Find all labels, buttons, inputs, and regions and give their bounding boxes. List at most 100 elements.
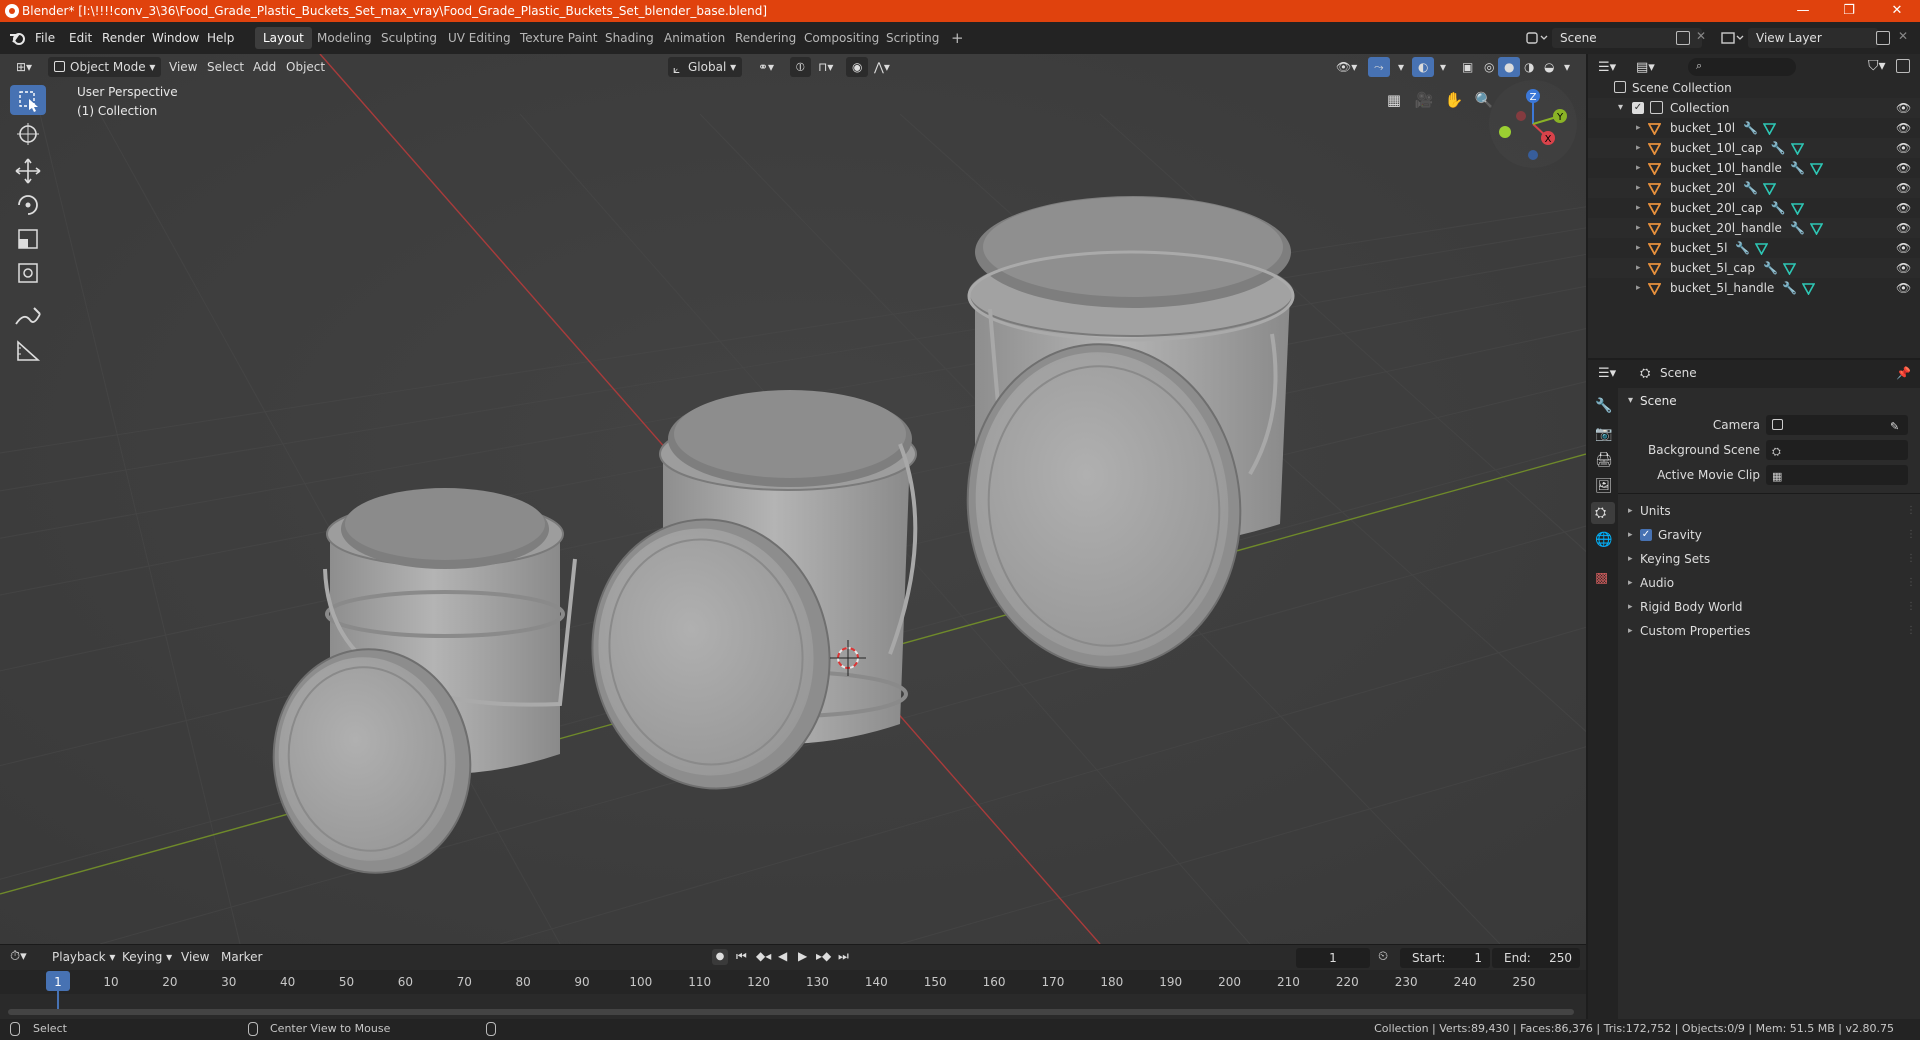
delete-view-layer-icon[interactable]: ✕ (1898, 29, 1908, 43)
delete-scene-icon[interactable]: ✕ (1696, 29, 1706, 43)
move-tool[interactable] (10, 156, 46, 186)
proportional-edit-icon[interactable]: ◉ (846, 57, 869, 77)
3d-viewport[interactable]: Z X Y ⊞▾ Object Mode ▾ View Select Add O… (0, 54, 1586, 944)
mesh-data-icon[interactable] (1763, 182, 1777, 195)
gizmo-toggle-icon[interactable]: ⤳ (1368, 57, 1390, 77)
outliner-object-row[interactable]: ▸ bucket_20l_handle 🔧 👁 (1588, 218, 1920, 238)
object-visibility-icon[interactable]: 👁 (1896, 198, 1911, 218)
outliner-object-row[interactable]: ▸ bucket_10l_handle 🔧 👁 (1588, 158, 1920, 178)
tool-tab-icon[interactable]: 🔧 (1595, 398, 1612, 414)
camera-view-icon[interactable]: 🎥 (1412, 88, 1436, 112)
mesh-data-icon[interactable] (1809, 222, 1823, 235)
start-frame-field[interactable]: Start: 1 (1400, 948, 1490, 968)
viewport-canvas[interactable]: Z X Y (0, 54, 1586, 944)
display-mode-icon[interactable]: ▤▾ (1636, 60, 1655, 75)
transform-tool[interactable] (10, 258, 46, 288)
navigation-gizmo[interactable]: Z X Y (1489, 80, 1577, 168)
menu-view[interactable]: View (163, 57, 203, 77)
modifier-icon[interactable]: 🔧 (1771, 138, 1786, 158)
object-expand-icon[interactable]: ▸ (1636, 178, 1641, 198)
blender-menu-icon[interactable] (9, 30, 27, 46)
scene-panel-expand-icon[interactable]: ▾ (1628, 390, 1633, 412)
preview-range-icon[interactable]: ⏲ (1378, 949, 1388, 964)
view-layer-name-field[interactable]: View Layer (1748, 28, 1878, 48)
drag-handle-icon[interactable]: ⋮⋮ (1906, 524, 1920, 546)
timeline-menu-playback[interactable]: Playback ▾ (52, 950, 115, 964)
new-scene-icon[interactable] (1676, 31, 1690, 45)
menu-select[interactable]: Select (201, 57, 250, 77)
tab-shading[interactable]: Shading (597, 27, 662, 49)
properties-section-header[interactable]: ▸ Audio ⋮⋮ (1618, 572, 1920, 594)
tab-sculpting[interactable]: Sculpting (373, 27, 445, 49)
camera-field[interactable]: ✎ (1766, 415, 1908, 435)
minimize-button[interactable]: — (1780, 0, 1826, 22)
background-scene-field[interactable]: ⛭ (1766, 440, 1908, 460)
proportional-falloff-icon[interactable]: ⋀▾ (868, 57, 896, 77)
menu-edit[interactable]: Edit (69, 29, 92, 47)
overlay-dropdown-icon[interactable]: ▾ (1434, 57, 1452, 77)
modifier-icon[interactable]: 🔧 (1743, 118, 1758, 138)
xray-toggle-icon[interactable]: ▣ (1456, 57, 1479, 77)
collection-visibility-icon[interactable]: 👁 (1896, 98, 1911, 118)
texture-tab-icon[interactable]: ▩ (1595, 570, 1608, 586)
close-button[interactable]: ✕ (1874, 0, 1920, 22)
menu-object[interactable]: Object (280, 57, 331, 77)
menu-window[interactable]: Window (152, 29, 199, 47)
tab-layout[interactable]: Layout (255, 27, 312, 49)
collection-checkbox[interactable]: ✓ (1632, 102, 1644, 114)
object-visibility-icon[interactable]: 👁 (1896, 118, 1911, 138)
record-icon[interactable]: ● (712, 949, 728, 965)
object-visibility-icon[interactable]: 👁 (1896, 278, 1911, 298)
eyedropper-icon[interactable]: ✎ (1890, 416, 1899, 438)
tab-animation[interactable]: Animation (656, 27, 733, 49)
tab-texture-paint[interactable]: Texture Paint (512, 27, 605, 49)
mesh-data-icon[interactable] (1763, 122, 1777, 135)
outliner-collection[interactable]: ▾ ✓ Collection 👁 (1588, 98, 1920, 118)
object-visibility-icon[interactable]: 👁 (1896, 218, 1911, 238)
modifier-icon[interactable]: 🔧 (1743, 178, 1758, 198)
end-frame-field[interactable]: End: 250 (1492, 948, 1580, 968)
drag-handle-icon[interactable]: ⋮⋮ (1906, 572, 1920, 594)
pivot-point-icon[interactable]: ⚭▾ (752, 57, 780, 77)
gravity-checkbox[interactable]: ✓ (1640, 529, 1652, 541)
current-frame-field[interactable]: 1 (1296, 948, 1370, 968)
output-tab-icon[interactable]: 🖨 (1595, 452, 1613, 468)
tab-modeling[interactable]: Modeling (309, 27, 380, 49)
select-box-tool[interactable] (10, 85, 46, 115)
measure-tool[interactable] (10, 336, 46, 366)
outliner-object-row[interactable]: ▸ bucket_5l_handle 🔧 👁 (1588, 278, 1920, 298)
maximize-button[interactable]: ❐ (1826, 0, 1872, 22)
menu-help[interactable]: Help (207, 29, 234, 47)
new-collection-icon[interactable] (1896, 59, 1910, 73)
modifier-icon[interactable]: 🔧 (1782, 278, 1797, 298)
object-visibility-icon[interactable]: 👁 (1896, 178, 1911, 198)
outliner-object-row[interactable]: ▸ bucket_10l_cap 🔧 👁 (1588, 138, 1920, 158)
modifier-icon[interactable]: 🔧 (1790, 218, 1805, 238)
outliner-object-row[interactable]: ▸ bucket_5l_cap 🔧 👁 (1588, 258, 1920, 278)
transform-orientation-select[interactable]: ⟀ Global ▾ (668, 57, 743, 77)
new-view-layer-icon[interactable] (1876, 31, 1890, 45)
jump-start-icon[interactable]: ⏮ (736, 949, 747, 964)
rotate-tool[interactable] (10, 190, 46, 220)
toggle-camera-grid-icon[interactable]: ▦ (1382, 88, 1406, 112)
outliner-object-row[interactable]: ▸ bucket_5l 🔧 👁 (1588, 238, 1920, 258)
zoom-view-icon[interactable]: 🔍 (1472, 88, 1496, 112)
properties-section-header[interactable]: ▸ Rigid Body World ⋮⋮ (1618, 596, 1920, 618)
menu-add[interactable]: Add (247, 57, 282, 77)
gizmo-dropdown-icon[interactable]: ▾ (1392, 57, 1410, 77)
tab-uv-editing[interactable]: UV Editing (440, 27, 519, 49)
object-visibility-icon[interactable]: 👁 (1896, 158, 1911, 178)
properties-section-header[interactable]: ▸ ✓ Gravity ⋮⋮ (1618, 524, 1920, 546)
jump-end-icon[interactable]: ⏭ (838, 949, 849, 964)
scene-selector-icon[interactable] (1525, 30, 1551, 46)
visibility-filter-icon[interactable]: 👁▾ (1330, 57, 1363, 77)
timeline-menu-marker[interactable]: Marker (221, 950, 262, 964)
object-expand-icon[interactable]: ▸ (1636, 258, 1641, 278)
modifier-icon[interactable]: 🔧 (1771, 198, 1786, 218)
drag-handle-icon[interactable]: ⋮⋮ (1906, 548, 1920, 570)
mode-select[interactable]: Object Mode ▾ (48, 57, 162, 77)
section-expand-icon[interactable]: ▸ (1628, 500, 1633, 522)
play-reverse-icon[interactable]: ◀ (778, 949, 787, 963)
drag-handle-icon[interactable]: ⋮⋮ (1906, 596, 1920, 618)
play-icon[interactable]: ▶ (798, 949, 807, 963)
